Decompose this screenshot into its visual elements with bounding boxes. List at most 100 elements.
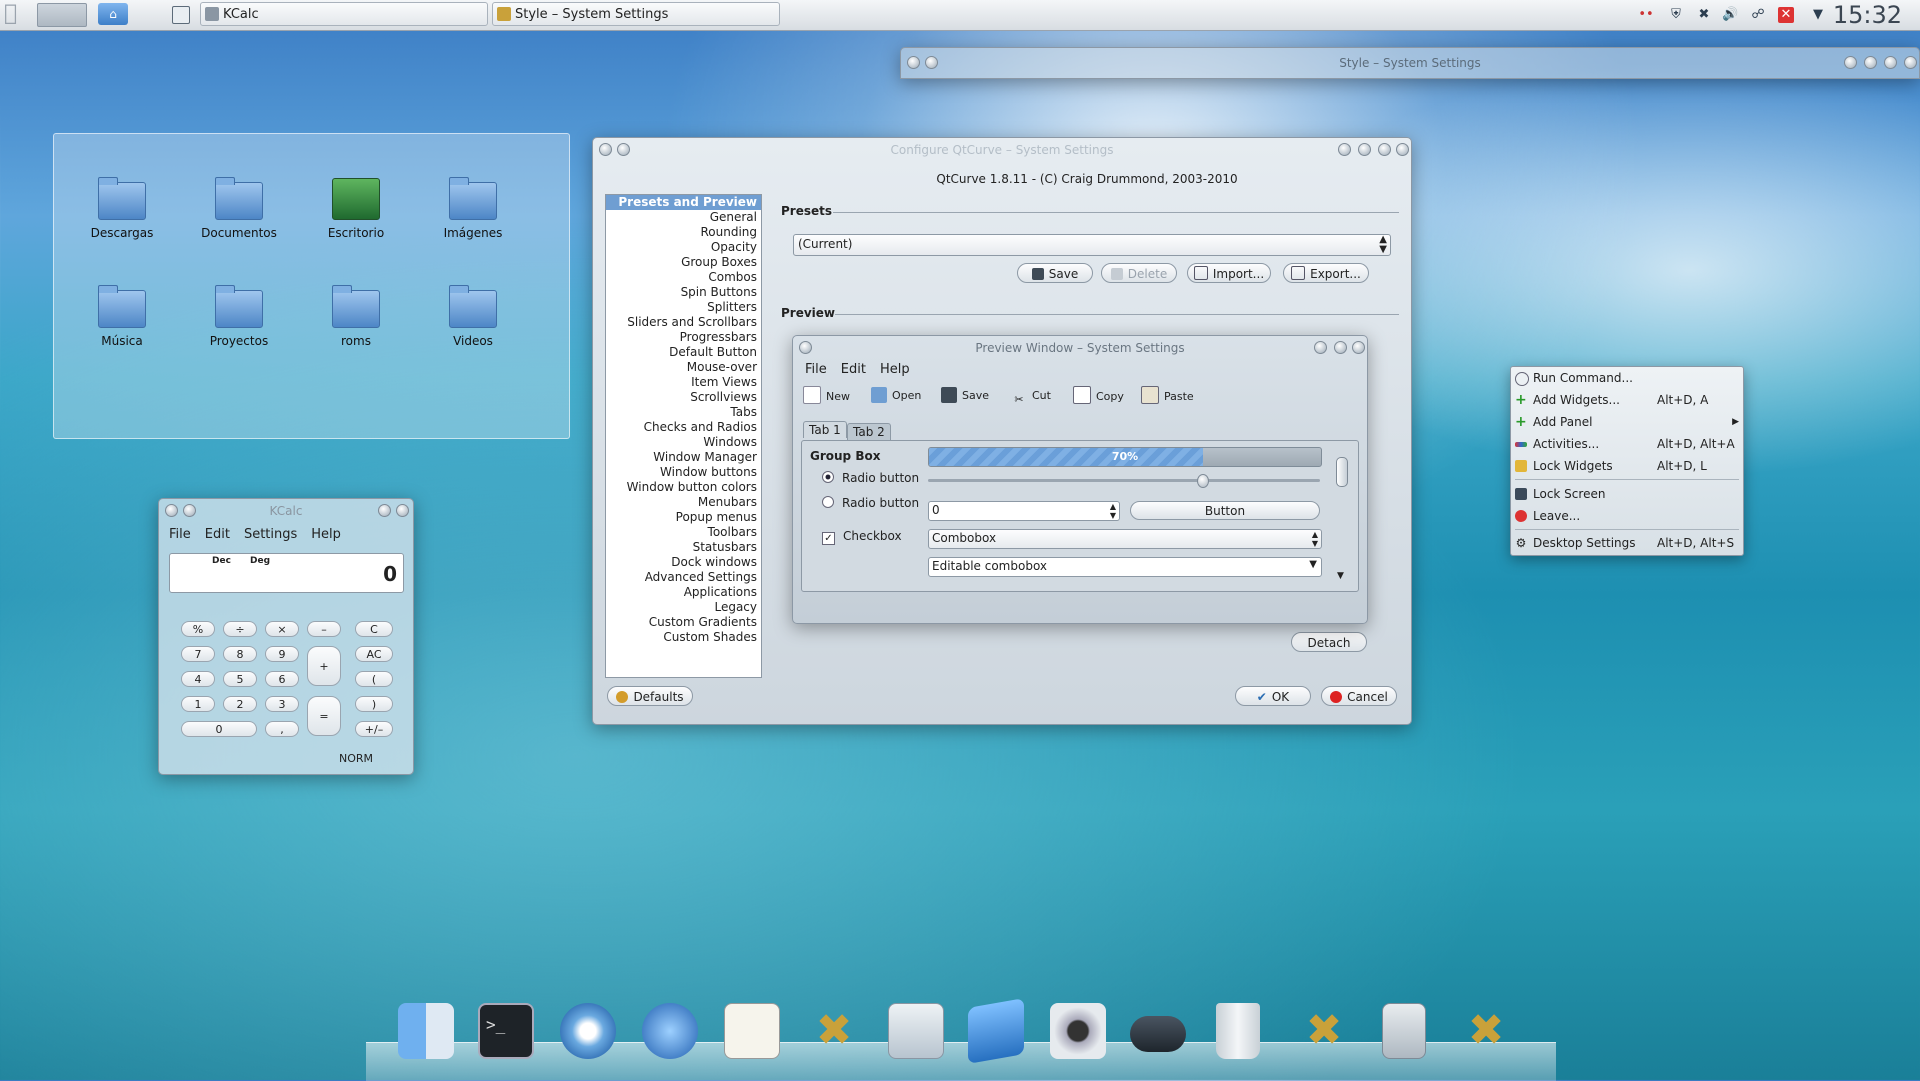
close-button[interactable] [1352, 341, 1365, 354]
menu-file[interactable]: File [805, 362, 827, 377]
menu-item-leave[interactable]: Leave... [1511, 507, 1743, 525]
chevron-down-icon[interactable]: ▼ [1810, 7, 1826, 23]
cursor-icon[interactable] [968, 998, 1024, 1064]
list-item[interactable]: Tabs [606, 405, 761, 420]
list-item[interactable]: Applications [606, 585, 761, 600]
trash-icon[interactable] [1216, 1003, 1260, 1059]
menu-settings[interactable]: Settings [244, 527, 297, 542]
slider-handle[interactable] [1197, 474, 1210, 488]
key-equals[interactable]: = [307, 696, 341, 736]
list-item[interactable]: Splitters [606, 300, 761, 315]
menu-edit[interactable]: Edit [205, 527, 230, 542]
minimize-button[interactable] [1314, 341, 1327, 354]
terminal-icon[interactable]: >_ [478, 1003, 534, 1059]
tools-icon[interactable]: ✖ [1296, 1003, 1352, 1059]
slider-track[interactable] [928, 474, 1320, 488]
list-item[interactable]: Custom Shades [606, 630, 761, 645]
help-button[interactable] [1338, 143, 1351, 156]
menu-help[interactable]: Help [311, 527, 341, 542]
task-kcalc[interactable]: KCalc [200, 2, 488, 26]
textedit-icon[interactable] [724, 1003, 780, 1059]
list-item[interactable]: Rounding [606, 225, 761, 240]
list-item[interactable]: Presets and Preview [606, 195, 761, 210]
key-0[interactable]: 0 [181, 721, 257, 737]
checkbox[interactable]: ✓ Checkbox [822, 529, 902, 545]
volume-icon[interactable]: 🔊 [1722, 7, 1738, 23]
folder-proyectos[interactable]: Proyectos [189, 285, 289, 348]
list-item[interactable]: Mouse-over [606, 360, 761, 375]
key-7[interactable]: 7 [181, 646, 215, 662]
tab-1[interactable]: Tab 1 [803, 421, 847, 438]
list-item[interactable]: Opacity [606, 240, 761, 255]
menu-help[interactable]: Help [880, 362, 910, 377]
ok-button[interactable]: ✔ OK [1235, 686, 1311, 706]
list-item[interactable]: Legacy [606, 600, 761, 615]
section-list[interactable]: Presets and Preview General Rounding Opa… [605, 194, 762, 678]
list-item[interactable]: Windows [606, 435, 761, 450]
apple-menu-icon[interactable]:  [4, 2, 28, 26]
pager-icon[interactable] [37, 3, 87, 27]
preset-delete-button[interactable]: Delete [1101, 263, 1177, 283]
key-plusminus[interactable]: +/– [355, 721, 393, 737]
list-item[interactable]: Window Manager [606, 450, 761, 465]
shield-icon[interactable]: ⛨ [1668, 7, 1684, 23]
toolbar-open[interactable]: Open [871, 386, 921, 406]
preview-button[interactable]: Button [1130, 501, 1320, 520]
defaults-button[interactable]: Defaults [607, 686, 693, 706]
scroll-down-icon[interactable]: ▼ [1337, 571, 1344, 581]
menu-item-desktop-settings[interactable]: ⚙ Desktop Settings Alt+D, Alt+S [1511, 534, 1743, 552]
list-item[interactable]: Popup menus [606, 510, 761, 525]
key-clear[interactable]: C [355, 621, 393, 637]
list-item[interactable]: Combos [606, 270, 761, 285]
list-item[interactable]: Checks and Radios [606, 420, 761, 435]
update-icon[interactable]: ✕ [1778, 7, 1794, 23]
list-item[interactable]: Group Boxes [606, 255, 761, 270]
spin-box[interactable]: 0 ▲ ▼ [928, 501, 1120, 521]
folder-videos[interactable]: Videos [423, 285, 523, 348]
preferences-icon[interactable] [888, 1003, 944, 1059]
list-item[interactable]: Scrollviews [606, 390, 761, 405]
close-button[interactable] [396, 504, 409, 517]
key-minus[interactable]: – [307, 621, 341, 637]
tools-icon[interactable]: ✖ [806, 1003, 862, 1059]
menu-item-run-command[interactable]: Run Command... [1511, 369, 1743, 387]
key-9[interactable]: 9 [265, 646, 299, 662]
menu-item-lock-screen[interactable]: Lock Screen [1511, 485, 1743, 503]
preset-combobox[interactable]: (Current) ▲ ▼ [793, 234, 1391, 256]
menu-item-add-panel[interactable]: + Add Panel ▶ [1511, 413, 1743, 431]
preset-export-button[interactable]: Export... [1283, 263, 1369, 283]
toolbar-cut[interactable]: ✂ Cut [1011, 386, 1051, 406]
list-item[interactable]: Statusbars [606, 540, 761, 555]
camera-icon[interactable] [1050, 1003, 1106, 1059]
wolf-icon[interactable] [642, 1003, 698, 1059]
key-8[interactable]: 8 [223, 646, 257, 662]
maximize-button[interactable] [1378, 143, 1391, 156]
gamepad-icon[interactable] [1130, 1016, 1186, 1052]
finder-icon[interactable] [398, 1003, 454, 1059]
list-item[interactable]: Progressbars [606, 330, 761, 345]
key-plus[interactable]: + [307, 646, 341, 686]
menu-item-lock-widgets[interactable]: Lock Widgets Alt+D, L [1511, 457, 1743, 475]
scrollbar[interactable]: ▼ [1336, 449, 1348, 581]
list-item[interactable]: Default Button [606, 345, 761, 360]
toolbar-save[interactable]: Save [941, 386, 989, 406]
close-button[interactable] [1396, 143, 1409, 156]
list-item[interactable]: Advanced Settings [606, 570, 761, 585]
minimize-button[interactable] [1358, 143, 1371, 156]
tab-2[interactable]: Tab 2 [847, 423, 891, 440]
tools-tray-icon[interactable]: ✖ [1696, 7, 1712, 23]
network-status-icon[interactable]: •• [1638, 7, 1654, 23]
key-rparen[interactable]: ) [355, 696, 393, 712]
folder-imagenes[interactable]: Imágenes [423, 177, 523, 240]
key-4[interactable]: 4 [181, 671, 215, 687]
clock[interactable]: 15:32 [1833, 1, 1902, 29]
toolbar-copy[interactable]: Copy [1073, 386, 1124, 406]
maximize-button[interactable] [1884, 56, 1897, 69]
help-button[interactable] [1844, 56, 1857, 69]
list-item[interactable]: Sliders and Scrollbars [606, 315, 761, 330]
folder-escritorio[interactable]: Escritorio [306, 178, 406, 240]
folder-musica[interactable]: Música [72, 285, 172, 348]
calculator-icon[interactable] [1382, 1003, 1426, 1059]
combobox[interactable]: Combobox ▲ ▼ [928, 529, 1322, 549]
key-divide[interactable]: ÷ [223, 621, 257, 637]
